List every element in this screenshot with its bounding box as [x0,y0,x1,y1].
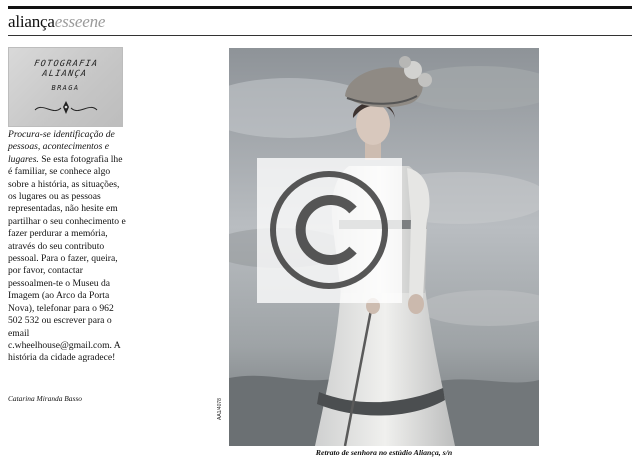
portrait-photo [229,48,539,446]
logo-line1: FOTOGRAFIA ALIANÇA [33,59,99,79]
scroll-ornament-icon [34,101,98,114]
photo-id-label: AA1/4078 [217,398,223,420]
author-name: Catarina Miranda Basso [8,394,82,403]
masthead-part1: aliança [8,12,55,31]
masthead: aliançaesseene [8,12,105,32]
masthead-part2: esseene [54,12,106,31]
top-rule [8,6,632,9]
blurb-body: Se esta fotografia lhe é familiar, se co… [8,153,126,364]
call-for-identification: Procura-se identificação de pessoas, aco… [8,129,126,365]
copyright-icon [257,158,402,303]
logo-line2: BRAGA [51,84,80,92]
studio-logo-card: FOTOGRAFIA ALIANÇA BRAGA [8,47,123,127]
photo-caption: Retrato de senhora no estúdio Aliança, s… [315,448,453,457]
header-rule [8,35,632,36]
